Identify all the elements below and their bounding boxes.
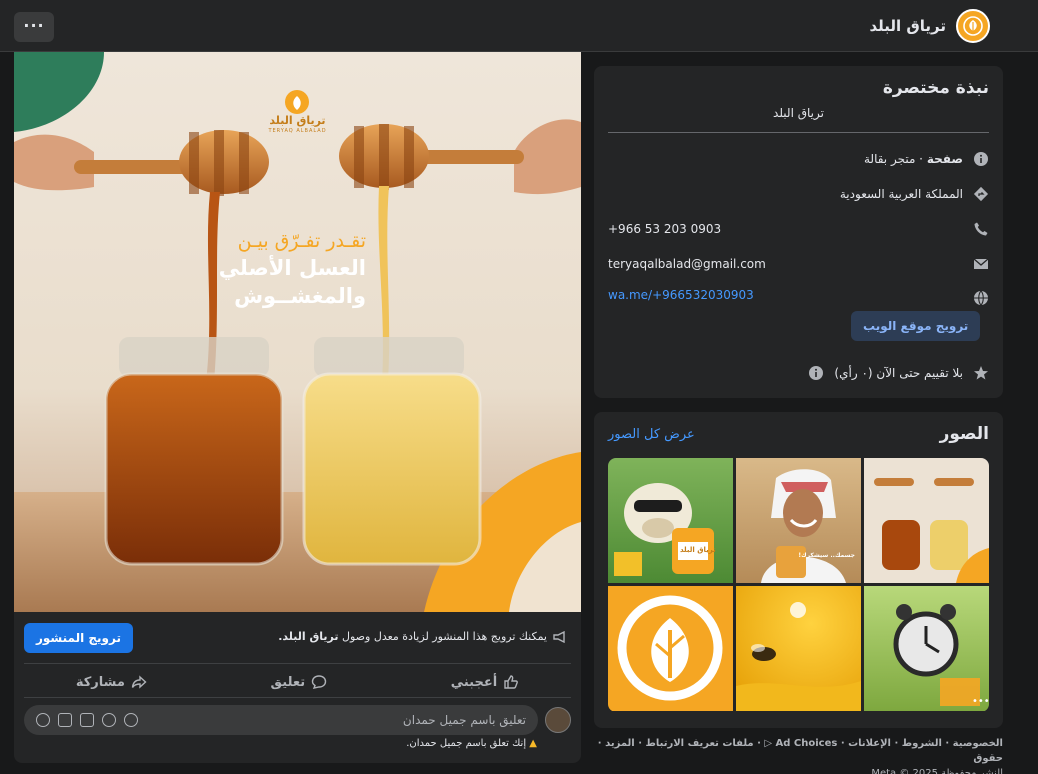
comment-placeholder: تعليق باسم جميل حمدان bbox=[402, 713, 526, 727]
top-bar: ··· ترياق البلد bbox=[0, 0, 1038, 52]
category-value: · متجر بقالة bbox=[863, 152, 927, 166]
footer-links: الخصوصية · الشروط · الإعلانات · Ad Choic… bbox=[594, 736, 1003, 774]
email-address[interactable]: teryaqalbalad@gmail.com bbox=[608, 257, 766, 271]
divider bbox=[24, 697, 571, 698]
share-button[interactable]: مشاركة bbox=[76, 674, 147, 690]
promote-post-button[interactable]: ترويج المنشور bbox=[24, 623, 133, 653]
divider bbox=[24, 663, 571, 664]
tile-label: ترياق البلد bbox=[680, 546, 716, 554]
photo-tile[interactable] bbox=[608, 586, 733, 711]
photo-tile[interactable] bbox=[736, 586, 861, 711]
svg-text:•••: ••• bbox=[972, 696, 989, 707]
phone-icon bbox=[973, 221, 989, 237]
megaphone-icon bbox=[553, 630, 565, 643]
emoji-icon[interactable] bbox=[102, 713, 116, 727]
rating-text: بلا تقييم حتى الآن (٠ رأي) bbox=[834, 366, 963, 380]
thumbs-up-icon bbox=[504, 675, 519, 689]
comment-tools bbox=[36, 713, 138, 727]
comment-input[interactable]: تعليق باسم جميل حمدان bbox=[24, 705, 538, 735]
promote-hint: يمكنك ترويج هذا المنشور لزيادة معدل وصول… bbox=[278, 630, 567, 643]
directions-icon bbox=[973, 186, 989, 202]
website-link[interactable]: wa.me/+966532030903 bbox=[608, 288, 754, 302]
post-card: ترياق البلد TERYAQ ALBALAD تقـدر تفـرّق … bbox=[14, 52, 581, 763]
share-icon bbox=[131, 675, 147, 689]
rating-row: بلا تقييم حتى الآن (٠ رأي) bbox=[808, 365, 989, 381]
camera-icon[interactable] bbox=[80, 713, 94, 727]
man-photo bbox=[761, 469, 846, 583]
info-icon bbox=[973, 151, 989, 167]
photo-tile[interactable]: ••• bbox=[864, 586, 989, 711]
photos-title: الصور bbox=[939, 424, 989, 444]
promote-hint-text: يمكنك ترويج هذا المنشور لزيادة معدل وصول bbox=[338, 630, 547, 643]
leaf-logo-icon bbox=[963, 16, 983, 36]
star-icon bbox=[973, 365, 989, 381]
more-options-button[interactable]: ··· bbox=[14, 12, 54, 42]
email-icon bbox=[973, 256, 989, 272]
avatar[interactable] bbox=[545, 707, 571, 733]
comment-icon bbox=[311, 675, 327, 689]
location-row: المملكة العربية السعودية bbox=[840, 186, 989, 202]
intro-title: نبذة مختصرة bbox=[882, 78, 989, 98]
info-icon[interactable] bbox=[808, 365, 824, 381]
comment-button[interactable]: تعليق bbox=[271, 674, 328, 690]
see-all-photos-link[interactable]: عرض كل الصور bbox=[608, 427, 695, 442]
post-image-brand-sub: TERYAQ ALBALAD bbox=[268, 128, 327, 134]
comment-warning: ▲ إنك تعلق باسم جميل حمدان. bbox=[406, 738, 537, 749]
post-actions: أعجبني تعليق مشاركة bbox=[14, 665, 581, 699]
promote-row: ترويج المنشور يمكنك ترويج هذا المنشور لز… bbox=[14, 612, 581, 664]
post-headline-1: تقـدر تفـرّق بيـن bbox=[237, 230, 366, 252]
photo-tile[interactable] bbox=[864, 458, 989, 583]
brand-logo-photo bbox=[617, 595, 723, 701]
photo-tile[interactable]: ترياق البلد bbox=[608, 458, 733, 583]
post-headline-3: والمغشــوش bbox=[234, 284, 366, 308]
footer-line-2: النشر محفوظة Meta © 2025 bbox=[871, 768, 1003, 774]
tile-label: جسمك.. سيشكرك! bbox=[798, 552, 855, 559]
intro-bio: ترياق البلد bbox=[773, 106, 824, 120]
footer-line-1[interactable]: الخصوصية · الشروط · الإعلانات · Ad Choic… bbox=[594, 736, 1003, 766]
clock-photo: ••• bbox=[893, 604, 989, 707]
post-image[interactable]: ترياق البلد TERYAQ ALBALAD تقـدر تفـرّق … bbox=[14, 52, 581, 612]
post-image-brand: ترياق البلد bbox=[269, 114, 326, 127]
gif-icon[interactable] bbox=[58, 713, 72, 727]
page-name[interactable]: ترياق البلد bbox=[869, 17, 946, 35]
divider bbox=[608, 132, 989, 133]
honey-illustration bbox=[14, 52, 581, 612]
like-label: أعجبني bbox=[450, 674, 498, 690]
phone-number[interactable]: +966 53 203 0903 bbox=[608, 222, 721, 236]
sticker-icon[interactable] bbox=[36, 713, 50, 727]
location-text: المملكة العربية السعودية bbox=[839, 187, 963, 201]
photos-grid: ترياق البلد جسمك.. سيشكرك! ••• bbox=[608, 458, 989, 712]
intro-card: نبذة مختصرة ترياق البلد صفحة · متجر بقال… bbox=[594, 66, 1003, 398]
bee-photo bbox=[736, 602, 861, 711]
page-logo-avatar[interactable] bbox=[956, 9, 990, 43]
comment-warning-text: إنك تعلق باسم جميل حمدان. bbox=[406, 738, 527, 749]
warning-icon: ▲ bbox=[529, 738, 537, 749]
sheep-photo bbox=[614, 483, 714, 576]
globe-icon bbox=[973, 290, 989, 306]
page-header[interactable]: ترياق البلد bbox=[869, 0, 990, 52]
honey-jars-photo bbox=[874, 478, 989, 583]
promote-hint-page: ترياق البلد. bbox=[278, 630, 339, 643]
avatar-sticker-icon[interactable] bbox=[124, 713, 138, 727]
comment-label: تعليق bbox=[270, 674, 306, 690]
category-row: صفحة · متجر بقالة bbox=[864, 151, 989, 167]
category-type: صفحة bbox=[926, 152, 963, 166]
promote-website-button[interactable]: ترويج موقع الويب bbox=[851, 311, 981, 341]
photo-tile[interactable]: جسمك.. سيشكرك! bbox=[736, 458, 861, 583]
share-label: مشاركة bbox=[75, 674, 125, 690]
like-button[interactable]: أعجبني bbox=[451, 674, 519, 690]
photos-card: الصور عرض كل الصور ترياق البلد جسمك.. سي… bbox=[594, 412, 1003, 728]
post-headline-2: العسل الأصلي bbox=[218, 256, 366, 280]
